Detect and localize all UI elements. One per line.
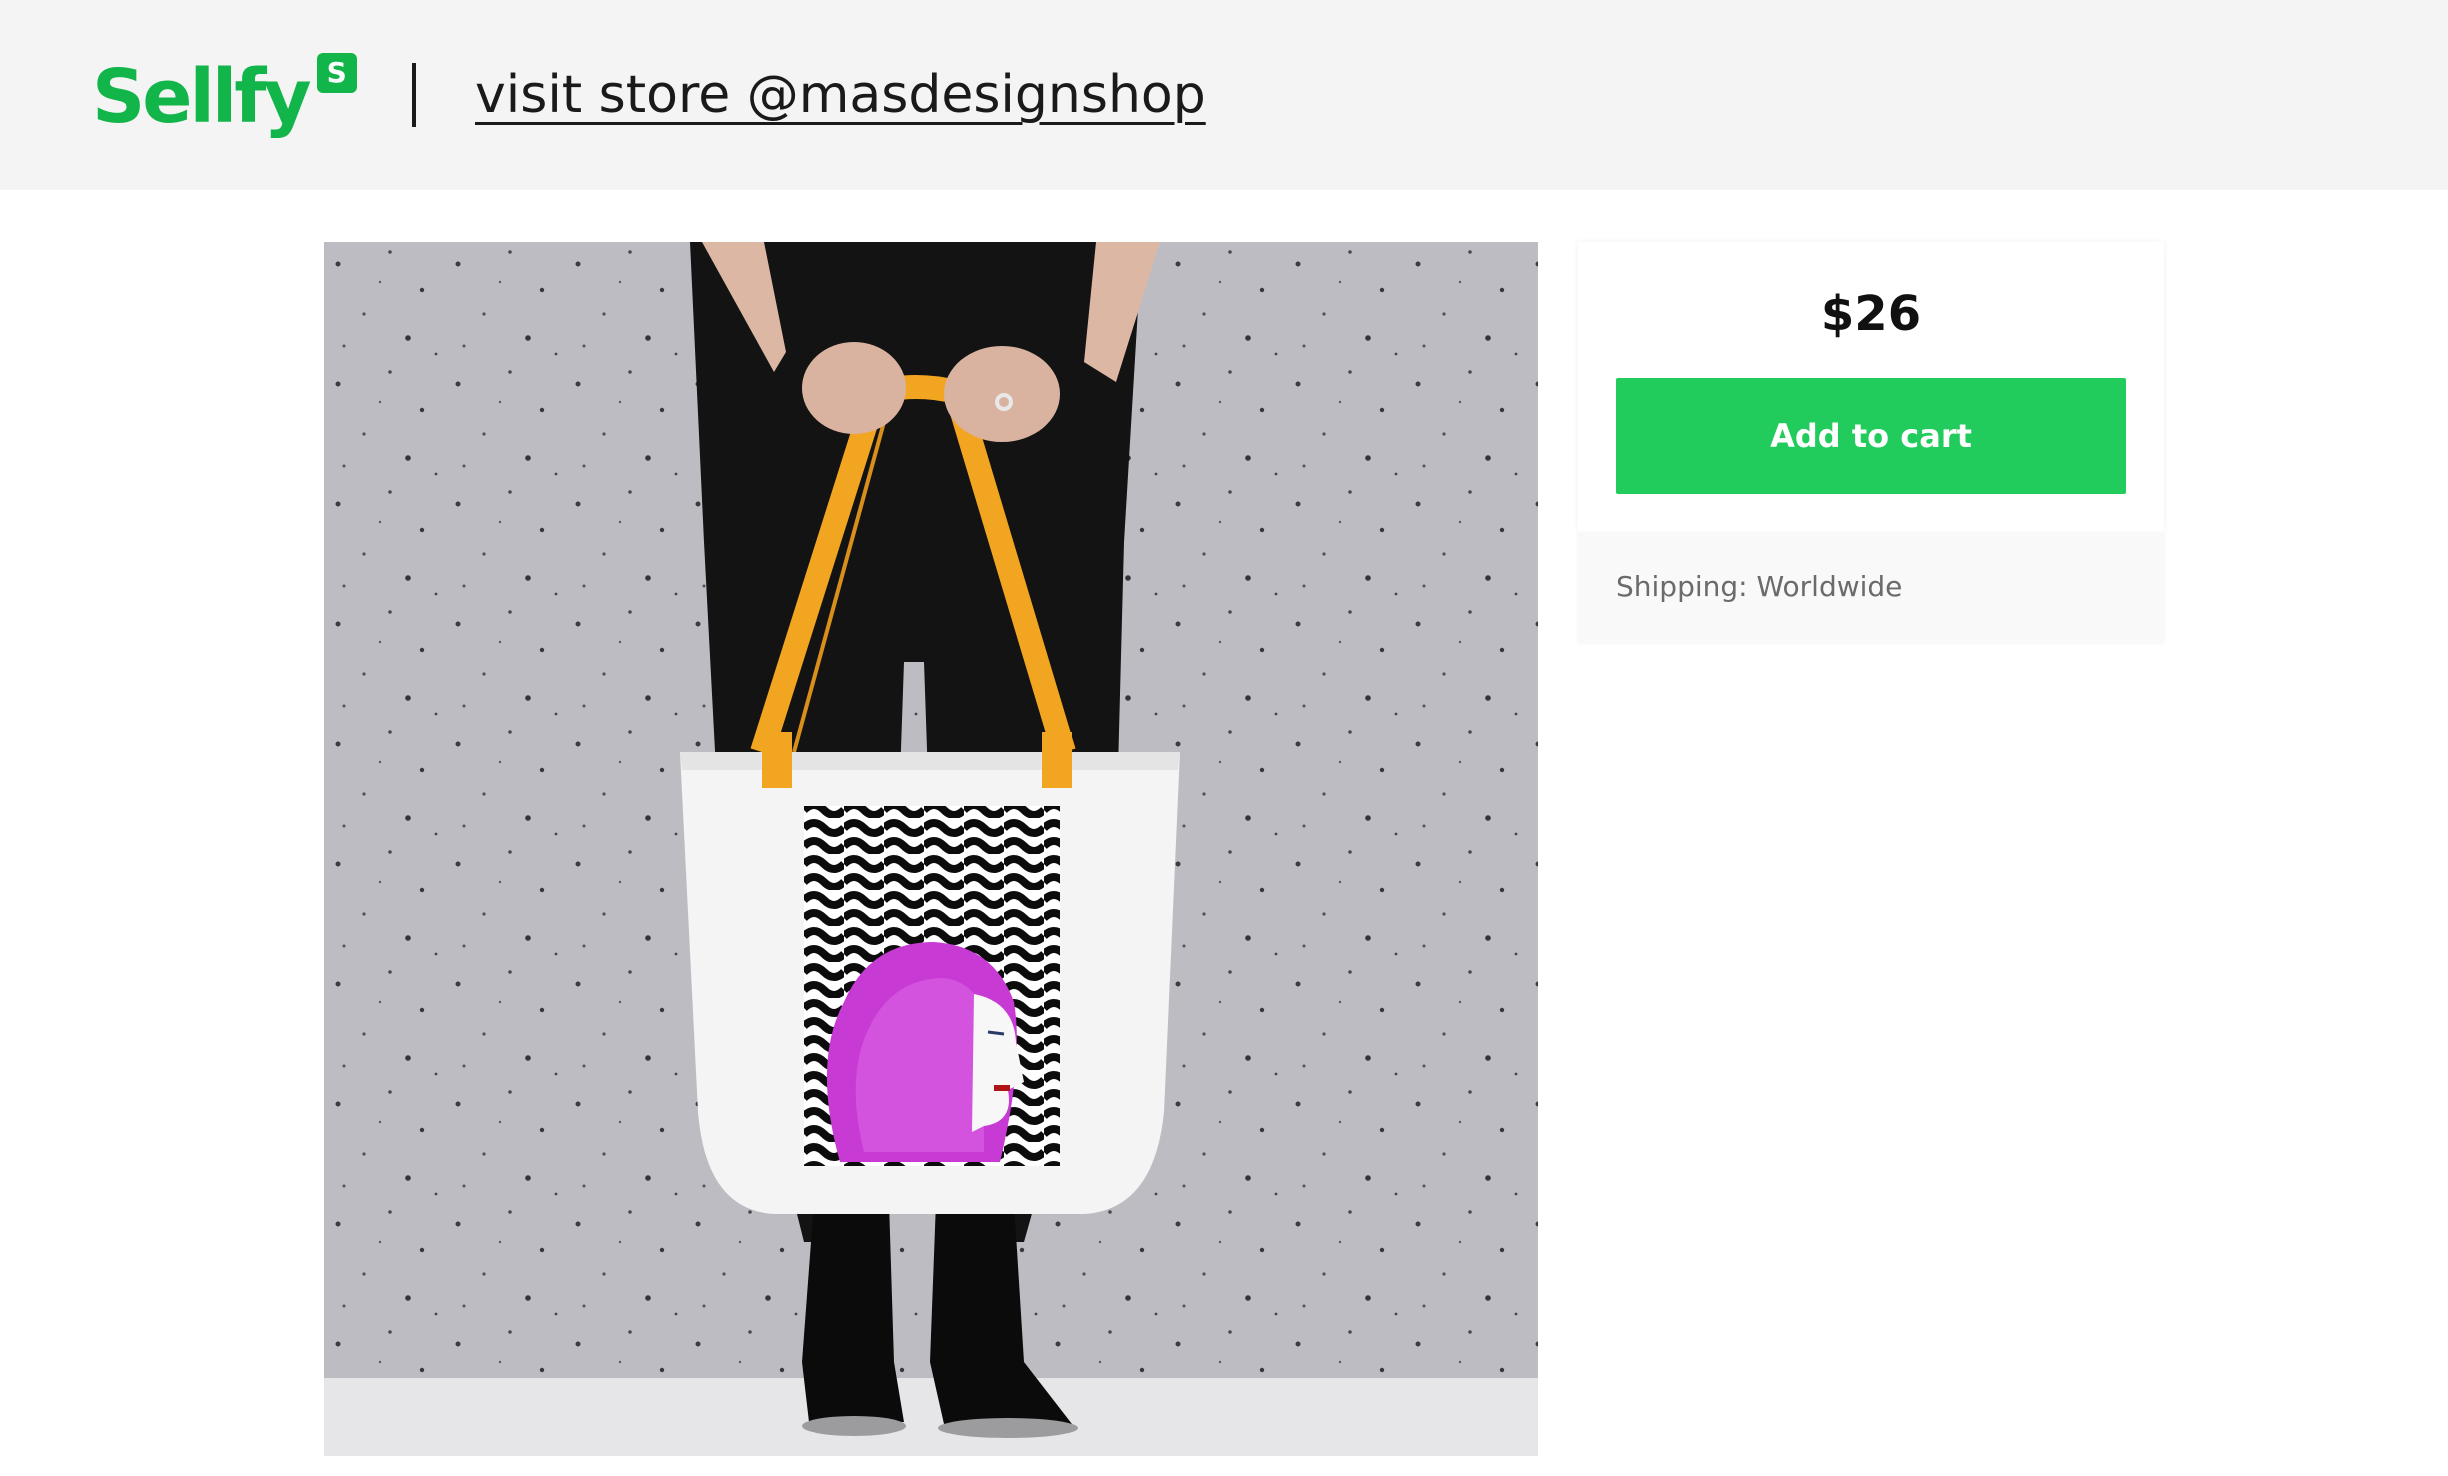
- sellfy-logo[interactable]: Sellfy S: [92, 52, 357, 142]
- logo-wordmark: Sellfy: [92, 54, 312, 140]
- shipping-info: Shipping: Worldwide: [1578, 532, 2164, 642]
- header-divider: [412, 63, 416, 127]
- shipping-text: Shipping: Worldwide: [1616, 570, 1903, 603]
- visit-store-link[interactable]: visit store @masdesignshop: [475, 62, 1206, 128]
- logo-badge: S: [316, 53, 357, 93]
- top-bar: Sellfy S visit store @masdesignshop: [0, 0, 2448, 190]
- add-to-cart-button[interactable]: Add to cart: [1616, 378, 2126, 494]
- product-price: $26: [1820, 286, 1922, 342]
- purchase-card: $26 Add to cart: [1578, 242, 2164, 532]
- product-image: [324, 242, 1538, 1456]
